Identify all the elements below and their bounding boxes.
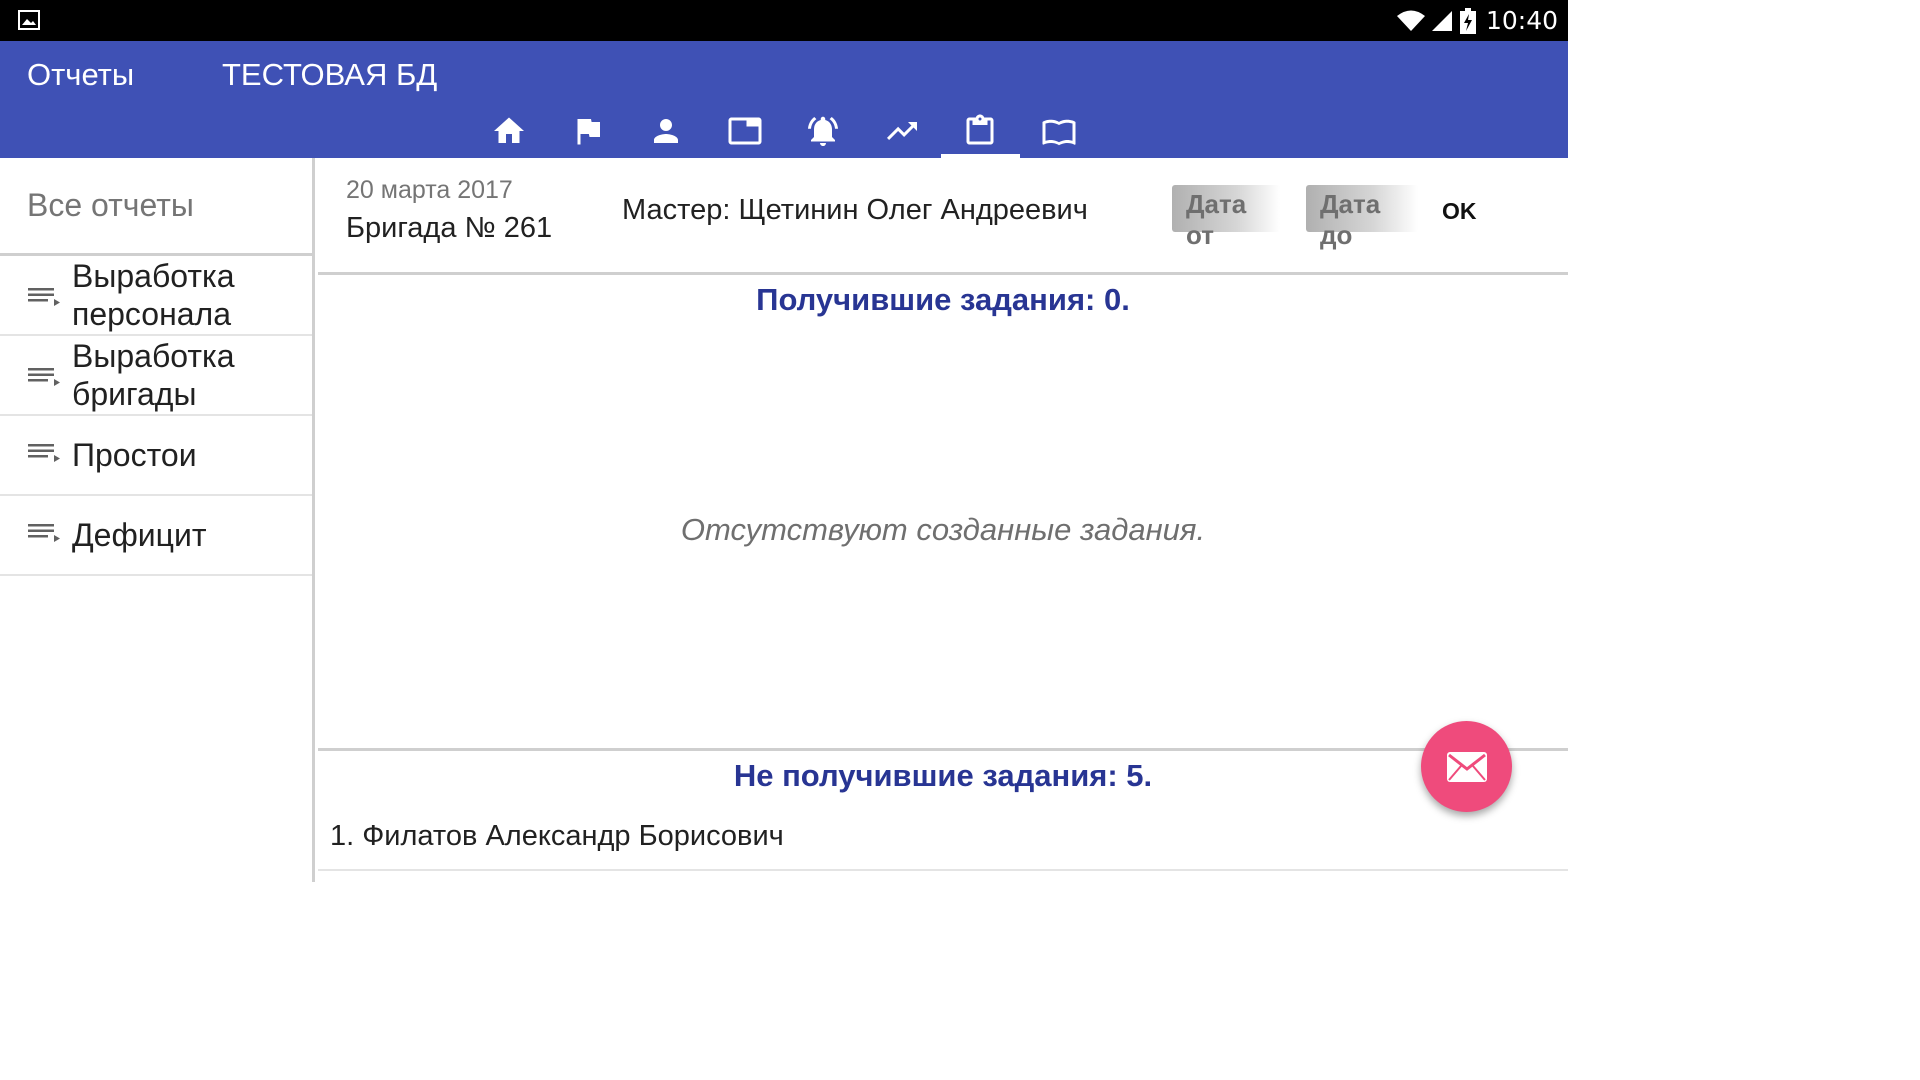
tab-window-icon	[728, 117, 762, 144]
tab-trending[interactable]	[863, 103, 942, 158]
book-icon	[1042, 119, 1076, 145]
list-item[interactable]: 1. Филатов Александр Борисович	[330, 820, 784, 853]
reports-sidebar: Все отчеты Выработка персонала Выработка б…	[0, 158, 315, 882]
tab-alarm[interactable]	[784, 103, 863, 158]
battery-charging-icon	[1459, 7, 1476, 34]
list-divider	[318, 869, 1568, 871]
report-date: 20 марта 2017	[346, 176, 513, 204]
tab-window[interactable]	[706, 103, 785, 158]
list-play-icon	[27, 520, 63, 550]
sidebar-item-deficit[interactable]: Дефицит	[0, 496, 312, 576]
tab-person[interactable]	[627, 103, 706, 158]
signal-icon	[1431, 10, 1452, 31]
master-name: Мастер: Щетинин Олег Андреевич	[622, 194, 1088, 226]
report-info-bar: 20 марта 2017 Бригада № 261 Мастер: Щети…	[318, 158, 1568, 275]
brigade-number: Бригада № 261	[346, 212, 553, 244]
person-icon	[654, 118, 679, 143]
sidebar-item-label: Выработка бригады	[72, 338, 235, 412]
list-play-icon	[27, 360, 63, 390]
tab-clipboard[interactable]	[941, 103, 1020, 158]
clipboard-icon	[966, 114, 994, 144]
status-icons: 10:40	[1396, 0, 1558, 41]
tab-home[interactable]	[470, 103, 549, 158]
tab-book[interactable]	[1020, 103, 1099, 158]
mail-icon	[1446, 751, 1487, 782]
wifi-icon	[1396, 10, 1425, 31]
sidebar-item-downtime[interactable]: Простои	[0, 416, 312, 496]
sidebar-item-brigade-output[interactable]: Выработка бригады	[0, 336, 312, 416]
app-title: Отчеты	[27, 57, 135, 92]
section-divider	[318, 748, 1568, 751]
report-content: 20 марта 2017 Бригада № 261 Мастер: Щети…	[318, 158, 1568, 882]
gallery-icon	[18, 10, 40, 30]
app-bar: Отчеты ТЕСТОВАЯ БД	[0, 41, 1568, 158]
sidebar-item-label: Дефицит	[72, 517, 207, 553]
list-play-icon	[27, 440, 63, 470]
trending-up-icon	[886, 121, 917, 140]
ok-button[interactable]: OK	[1442, 198, 1477, 225]
empty-tasks-message: Отсутствуют созданные задания.	[680, 512, 1206, 547]
clock: 10:40	[1485, 6, 1558, 35]
not-received-tasks-title: Не получившие задания: 5.	[733, 758, 1153, 793]
received-tasks-title: Получившие задания: 0.	[756, 282, 1130, 317]
sidebar-item-staff-output[interactable]: Выработка персонала	[0, 256, 312, 336]
list-play-icon	[27, 280, 63, 310]
all-reports-header[interactable]: Все отчеты	[0, 158, 312, 256]
database-title: ТЕСТОВАЯ БД	[222, 57, 438, 92]
sidebar-item-label: Простои	[72, 437, 197, 473]
tab-flag[interactable]	[549, 103, 628, 158]
flag-icon	[577, 118, 600, 144]
date-to-button[interactable]: Дата до	[1306, 185, 1418, 250]
tab-bar	[470, 103, 1098, 158]
send-mail-button[interactable]	[1421, 721, 1512, 812]
date-from-button[interactable]: Дата от	[1172, 185, 1280, 250]
sidebar-item-label: Выработка персонала	[72, 258, 235, 332]
alarm-bell-icon	[808, 116, 839, 146]
status-bar: 10:40	[0, 0, 1568, 41]
home-icon	[494, 117, 525, 143]
